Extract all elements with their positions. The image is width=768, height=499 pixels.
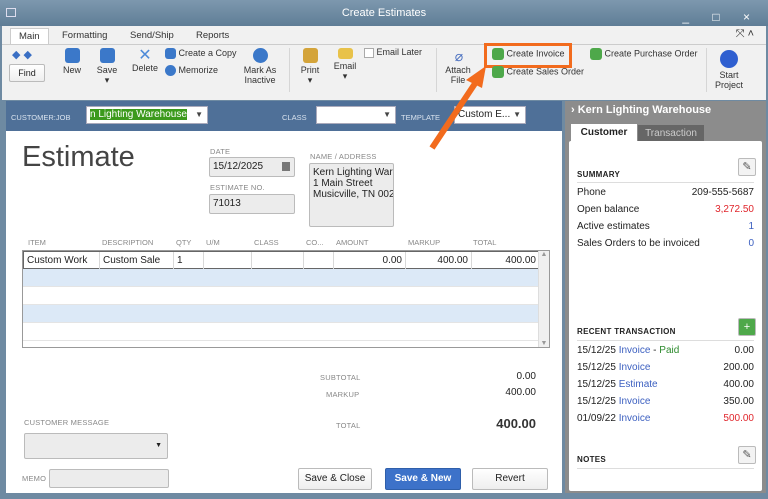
recent-transaction-heading: RECENT TRANSACTION xyxy=(577,327,676,336)
transaction-amount: 400.00 xyxy=(723,379,754,390)
edit-notes-pencil-icon[interactable]: ✎ xyxy=(738,446,756,464)
summary-row: Active estimates 1 xyxy=(577,221,754,235)
chevron-right-icon[interactable]: › xyxy=(571,104,575,116)
summary-label: Phone xyxy=(577,187,606,198)
summary-row: Open balance 3,272.50 xyxy=(577,204,754,218)
tab-customer[interactable]: Customer xyxy=(571,124,637,142)
customer-card: ✎ SUMMARY + RECENT TRANSACTION ✎ NOTES P… xyxy=(569,141,762,491)
recent-transaction-row: 15/12/25 Invoice - Paid 0.00 xyxy=(577,345,754,356)
summary-value[interactable]: 0 xyxy=(748,238,754,249)
tab-transaction[interactable]: Transaction xyxy=(638,125,704,142)
summary-value[interactable]: 3,272.50 xyxy=(715,204,754,215)
summary-heading: SUMMARY xyxy=(577,170,621,179)
transaction-date: 01/09/22 xyxy=(577,413,616,424)
transaction-amount: 200.00 xyxy=(723,362,754,373)
summary-label: Open balance xyxy=(577,204,640,215)
recent-transaction-row: 15/12/25 Invoice 200.00 xyxy=(577,362,754,376)
transaction-link[interactable]: Invoice xyxy=(619,362,651,373)
recent-transaction-row: 15/12/25 Invoice 350.00 xyxy=(577,396,754,410)
transaction-date: 15/12/25 xyxy=(577,362,616,373)
summary-label: Active estimates xyxy=(577,221,650,232)
transaction-date: 15/12/25 xyxy=(577,396,616,407)
summary-row: Phone 209-555-5687 xyxy=(577,187,754,201)
recent-transaction-row: 01/09/22 Invoice 500.00 xyxy=(577,413,754,427)
transaction-date: 15/12/25 xyxy=(577,345,616,356)
customer-panel: › Kern Lighting Warehouse Customer Trans… xyxy=(565,101,766,493)
summary-row: Sales Orders to be invoiced 0 xyxy=(577,238,754,252)
summary-value: 209-555-5687 xyxy=(691,187,754,198)
transaction-date: 15/12/25 xyxy=(577,379,616,390)
panel-title[interactable]: › Kern Lighting Warehouse xyxy=(571,104,711,116)
recent-transaction-row: 15/12/25 Estimate 400.00 xyxy=(577,379,754,393)
transaction-amount: 0.00 xyxy=(734,345,754,356)
new-transaction-icon[interactable]: + xyxy=(738,318,756,336)
transaction-link[interactable]: Invoice xyxy=(619,396,651,407)
transaction-link[interactable]: Estimate xyxy=(619,379,658,390)
summary-label: Sales Orders to be invoiced xyxy=(577,238,700,249)
transaction-link[interactable]: Invoice xyxy=(619,413,651,424)
edit-summary-pencil-icon[interactable]: ✎ xyxy=(738,158,756,176)
transaction-amount: 350.00 xyxy=(723,396,754,407)
transaction-amount: 500.00 xyxy=(723,413,754,424)
summary-value[interactable]: 1 xyxy=(748,221,754,232)
transaction-status: Paid xyxy=(659,345,680,356)
transaction-link[interactable]: Invoice xyxy=(619,345,651,356)
notes-heading: NOTES xyxy=(577,455,607,464)
